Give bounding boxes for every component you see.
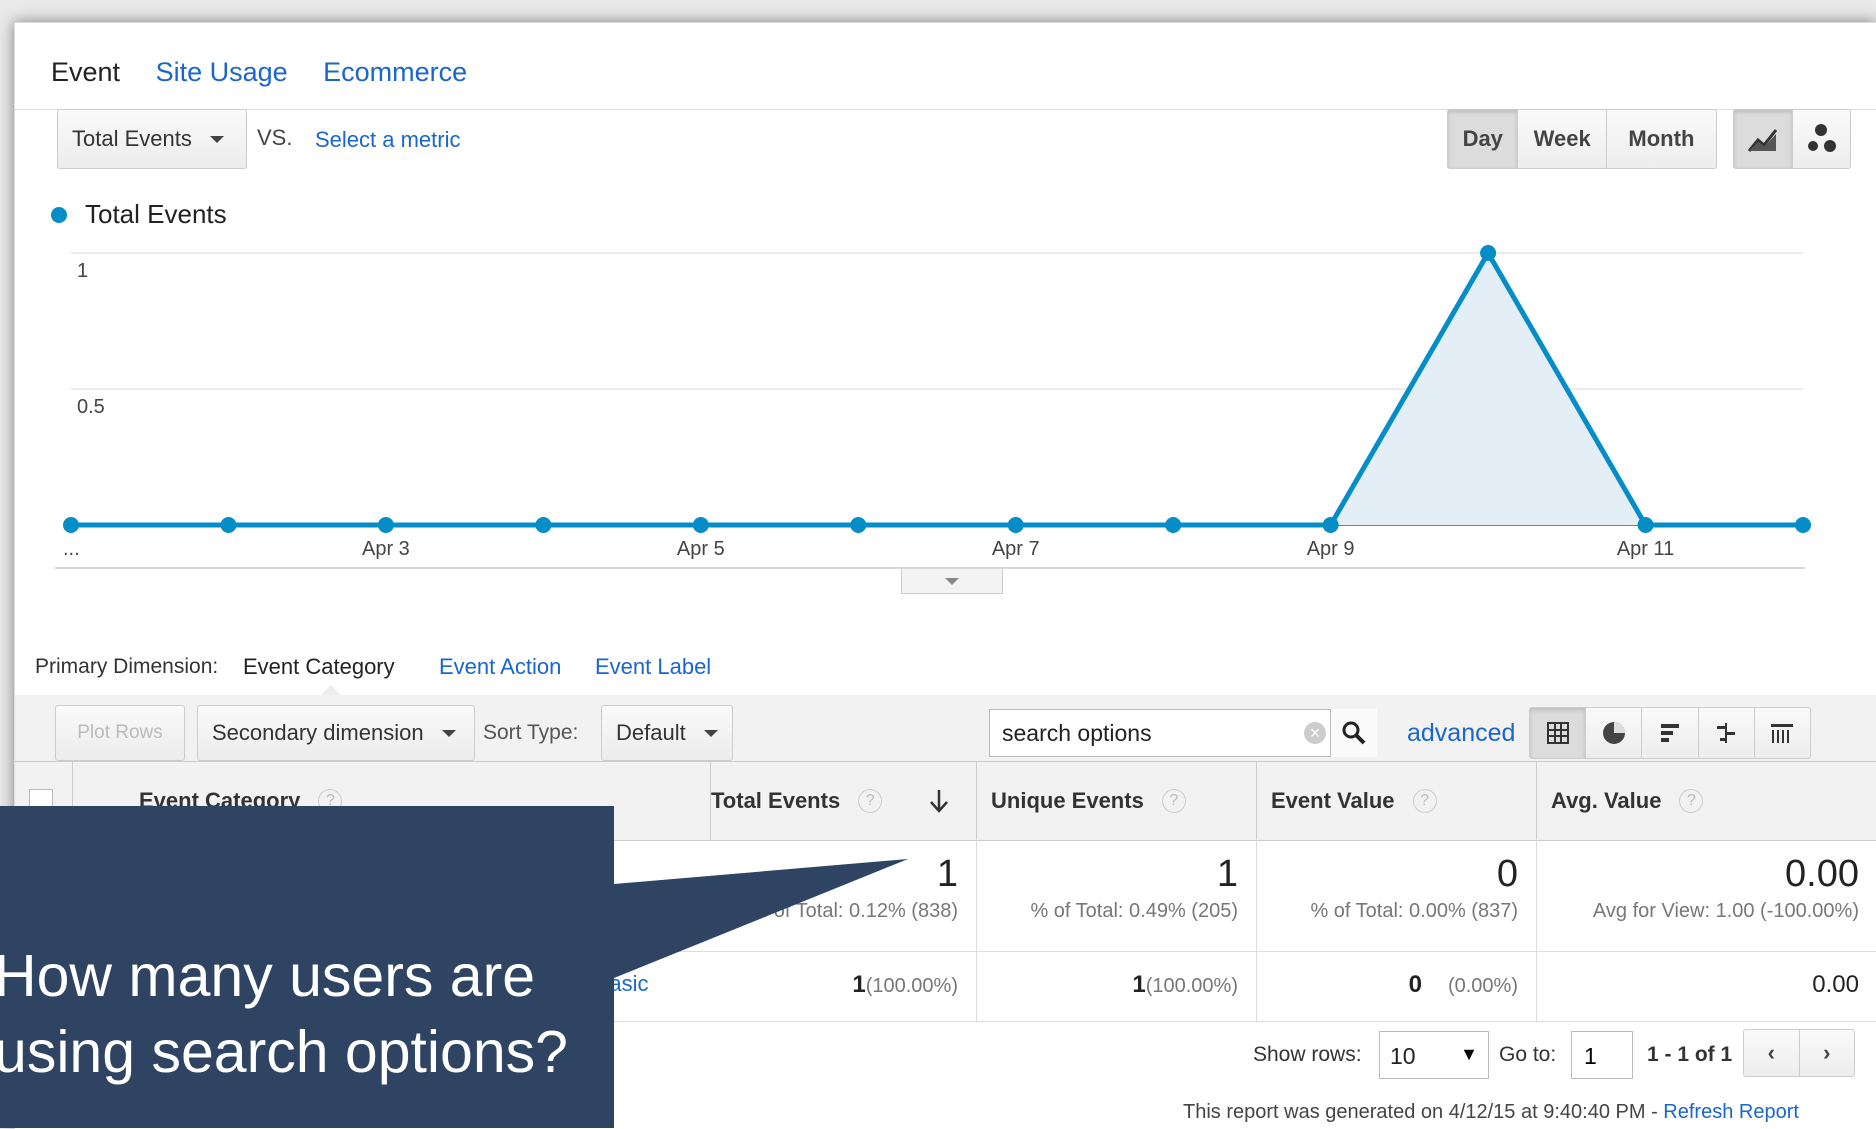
callout-question: How many users are using search options? [0,943,568,1085]
